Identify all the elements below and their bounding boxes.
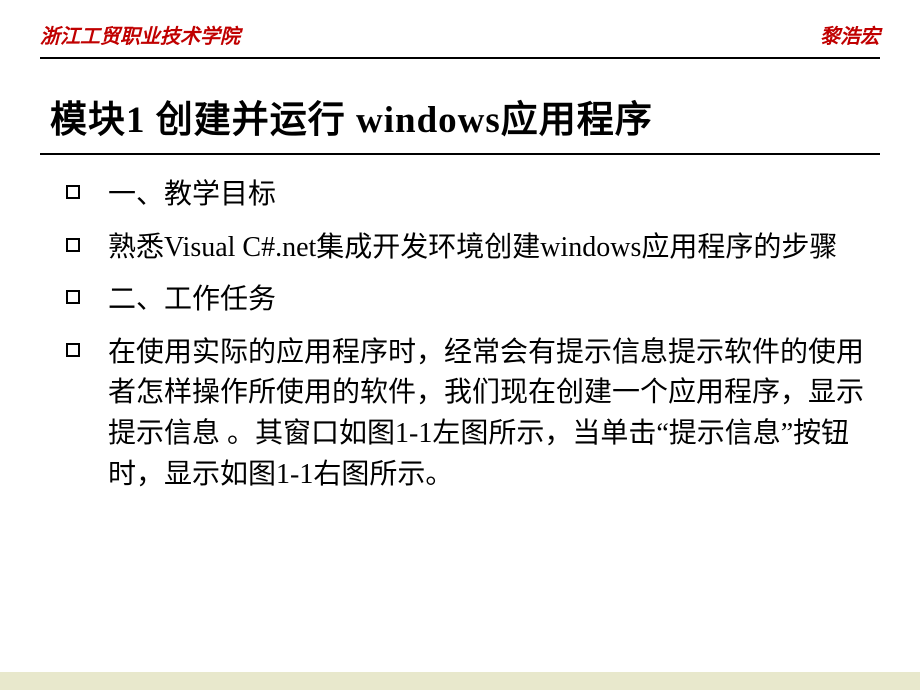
square-bullet-icon: [66, 185, 80, 199]
bottom-bar: [0, 672, 920, 690]
item-text: 在使用实际的应用程序时，经常会有提示信息提示软件的使用者怎样操作所使用的软件，我…: [108, 333, 870, 495]
list-item: 一、教学目标: [66, 175, 870, 216]
slide-title: 模块1 创建并运行 windows应用程序: [0, 59, 920, 153]
slide-content: 一、教学目标 熟悉Visual C#.net集成开发环境创建windows应用程…: [0, 155, 920, 495]
institution-name: 浙江工贸职业技术学院: [40, 20, 240, 49]
item-text: 一、教学目标: [108, 175, 276, 216]
square-bullet-icon: [66, 238, 80, 252]
item-text: 二、工作任务: [108, 280, 276, 321]
list-item: 二、工作任务: [66, 280, 870, 321]
slide-header: 浙江工贸职业技术学院 黎浩宏: [0, 0, 920, 49]
square-bullet-icon: [66, 290, 80, 304]
author-name: 黎浩宏: [820, 20, 880, 49]
list-item: 熟悉Visual C#.net集成开发环境创建windows应用程序的步骤: [66, 228, 870, 269]
list-item: 在使用实际的应用程序时，经常会有提示信息提示软件的使用者怎样操作所使用的软件，我…: [66, 333, 870, 495]
square-bullet-icon: [66, 343, 80, 357]
item-text: 熟悉Visual C#.net集成开发环境创建windows应用程序的步骤: [108, 228, 837, 269]
